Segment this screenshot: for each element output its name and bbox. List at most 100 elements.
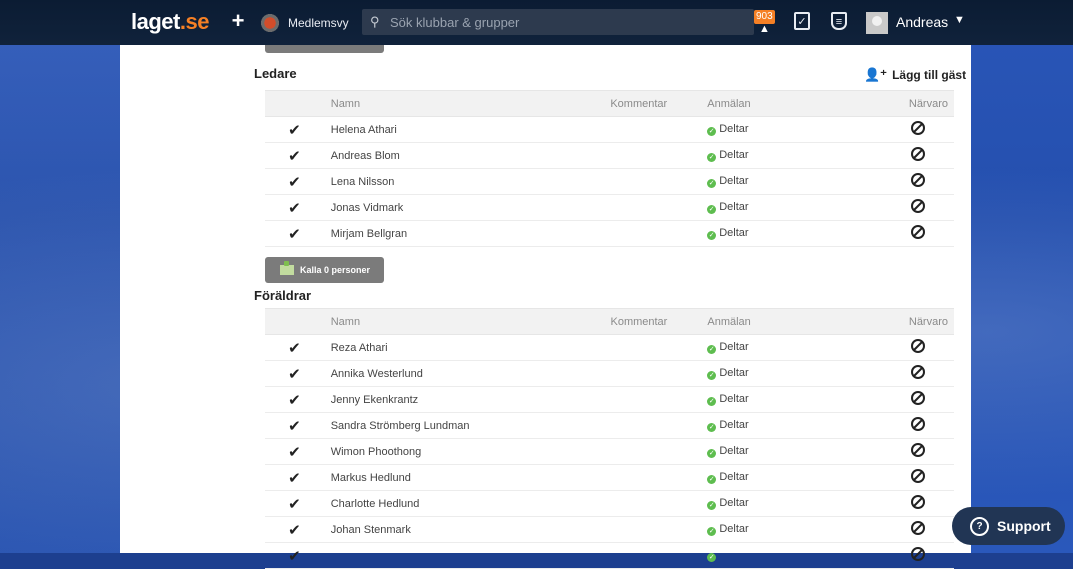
- no-entry-icon: [910, 547, 925, 561]
- section-title-ledare: Ledare: [254, 66, 297, 81]
- checkmark-icon[interactable]: ✔: [265, 490, 324, 517]
- checkmark-icon[interactable]: ✔: [265, 542, 324, 569]
- comment-cell[interactable]: [610, 168, 708, 195]
- checkmark-icon[interactable]: ✔: [265, 142, 324, 169]
- presence-toggle[interactable]: [881, 516, 954, 543]
- signup-status[interactable]: ✓ Deltar: [707, 438, 882, 465]
- no-entry-icon: [910, 417, 925, 431]
- add-guest-button[interactable]: 👤⁺ Lägg till gäst: [864, 67, 966, 83]
- notifications-button[interactable]: 903 ▲: [754, 10, 776, 35]
- presence-toggle[interactable]: [881, 360, 954, 387]
- checkmark-icon[interactable]: ✔: [265, 516, 324, 543]
- avatar[interactable]: [866, 12, 888, 34]
- signup-status[interactable]: ✓ Deltar: [707, 386, 882, 413]
- presence-toggle[interactable]: [881, 464, 954, 491]
- section-title-foraldrar: Föräldrar: [254, 288, 312, 303]
- checkmark-icon[interactable]: ✔: [265, 464, 324, 491]
- member-name: Wimon Phoothong: [323, 438, 611, 465]
- table-row: ✔ Mirjam Bellgran ✓ Deltar: [265, 220, 954, 247]
- signup-status[interactable]: ✓ Deltar: [707, 194, 882, 221]
- comment-cell[interactable]: [610, 542, 708, 569]
- signup-status[interactable]: ✓ Deltar: [707, 142, 882, 169]
- checkmark-icon[interactable]: ✔: [265, 438, 324, 465]
- presence-toggle[interactable]: [881, 194, 954, 221]
- top-navigation-bar: laget.se + Medlemsvy ⚲ 903 ▲ ✓ ≡ Andreas…: [0, 0, 1073, 45]
- comment-cell[interactable]: [610, 116, 708, 143]
- search-input[interactable]: [388, 13, 732, 31]
- presence-toggle[interactable]: [881, 116, 954, 143]
- add-person-icon: 👤⁺: [864, 67, 888, 82]
- no-entry-icon: [910, 443, 925, 457]
- signup-status[interactable]: ✓ Deltar: [707, 116, 882, 143]
- signup-status[interactable]: ✓ Deltar: [707, 490, 882, 517]
- checkmark-icon[interactable]: ✔: [265, 386, 324, 413]
- checkmark-icon[interactable]: ✔: [265, 412, 324, 439]
- presence-toggle[interactable]: [881, 438, 954, 465]
- presence-toggle[interactable]: [881, 490, 954, 517]
- header-comment: Kommentar: [610, 90, 708, 117]
- add-button[interactable]: +: [228, 10, 248, 32]
- header-presence: Närvaro: [881, 308, 954, 335]
- check-circle-icon: ✓: [707, 553, 717, 562]
- status-label: Deltar: [719, 419, 749, 431]
- comment-cell[interactable]: [610, 194, 708, 221]
- check-circle-icon: ✓: [707, 345, 717, 354]
- comment-cell[interactable]: [610, 464, 708, 491]
- no-entry-icon: [910, 521, 925, 535]
- checkmark-icon[interactable]: ✔: [265, 220, 324, 247]
- table-row: ✔ Andreas Blom ✓ Deltar: [265, 142, 954, 169]
- checkmark-icon[interactable]: ✔: [265, 116, 324, 143]
- presence-toggle[interactable]: [881, 412, 954, 439]
- check-circle-icon: ✓: [707, 475, 717, 484]
- header-check: [265, 308, 324, 335]
- signup-status[interactable]: ✓ Deltar: [707, 516, 882, 543]
- signup-status[interactable]: ✓ Deltar: [707, 334, 882, 361]
- tasks-checklist-icon[interactable]: ✓: [794, 12, 810, 30]
- previous-call-button[interactable]: [265, 45, 384, 53]
- signup-status[interactable]: ✓ Deltar: [707, 464, 882, 491]
- user-name[interactable]: Andreas: [896, 14, 948, 30]
- comment-cell[interactable]: [610, 386, 708, 413]
- presence-toggle[interactable]: [881, 220, 954, 247]
- call-people-button[interactable]: Kalla 0 personer: [265, 257, 384, 283]
- presence-toggle[interactable]: [881, 334, 954, 361]
- checkmark-icon[interactable]: ✔: [265, 334, 324, 361]
- member-name: Johan Stenmark: [323, 516, 611, 543]
- checkmark-icon[interactable]: ✔: [265, 360, 324, 387]
- check-circle-icon: ✓: [707, 231, 717, 240]
- signup-status[interactable]: ✓ Deltar: [707, 360, 882, 387]
- shield-icon[interactable]: ≡: [831, 12, 847, 30]
- comment-cell[interactable]: [610, 516, 708, 543]
- presence-toggle[interactable]: [881, 168, 954, 195]
- presence-toggle[interactable]: [881, 386, 954, 413]
- signup-status[interactable]: ✓: [707, 542, 882, 569]
- comment-cell[interactable]: [610, 438, 708, 465]
- presence-toggle[interactable]: [881, 542, 954, 569]
- club-selector[interactable]: Medlemsvy: [258, 12, 349, 34]
- status-label: Deltar: [719, 523, 749, 535]
- table-header-row: Namn Kommentar Anmälan Närvaro: [265, 308, 954, 335]
- table-row: ✔ Jonas Vidmark ✓ Deltar: [265, 194, 954, 221]
- add-guest-label: Lägg till gäst: [892, 68, 967, 82]
- checkmark-icon[interactable]: ✔: [265, 194, 324, 221]
- member-name: Sandra Strömberg Lundman: [323, 412, 611, 439]
- laget-logo[interactable]: laget.se: [131, 9, 209, 35]
- no-entry-icon: [910, 469, 925, 483]
- chevron-down-icon[interactable]: ▼: [954, 14, 965, 26]
- presence-toggle[interactable]: [881, 142, 954, 169]
- signup-status[interactable]: ✓ Deltar: [707, 220, 882, 247]
- comment-cell[interactable]: [610, 360, 708, 387]
- header-presence: Närvaro: [881, 90, 954, 117]
- member-name: Charlotte Hedlund: [323, 490, 611, 517]
- comment-cell[interactable]: [610, 490, 708, 517]
- comment-cell[interactable]: [610, 142, 708, 169]
- checkmark-icon[interactable]: ✔: [265, 168, 324, 195]
- member-name: Lena Nilsson: [323, 168, 611, 195]
- comment-cell[interactable]: [610, 334, 708, 361]
- header-comment: Kommentar: [610, 308, 708, 335]
- comment-cell[interactable]: [610, 412, 708, 439]
- signup-status[interactable]: ✓ Deltar: [707, 412, 882, 439]
- comment-cell[interactable]: [610, 220, 708, 247]
- support-button[interactable]: ? Support: [952, 507, 1065, 545]
- signup-status[interactable]: ✓ Deltar: [707, 168, 882, 195]
